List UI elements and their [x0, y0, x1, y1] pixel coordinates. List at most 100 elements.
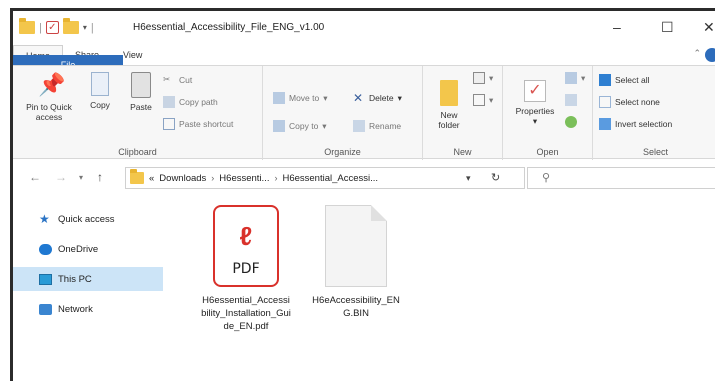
open-button[interactable]: ▾ — [565, 72, 585, 84]
select-none-button[interactable]: Select none — [599, 96, 660, 108]
copy-path-button[interactable]: Copy path — [163, 96, 218, 108]
select-none-icon — [599, 96, 611, 108]
file-item-pdf[interactable]: ℓ PDF H6essential_Accessibility_Installa… — [191, 205, 301, 333]
help-icon[interactable] — [705, 48, 715, 62]
copy-path-label: Copy path — [179, 97, 218, 107]
pin-icon: 📌 — [38, 72, 66, 97]
separator: | — [39, 21, 42, 34]
pin-to-quick-access-button[interactable]: 📌 Pin to Quick access — [19, 72, 79, 122]
dropdown-arrow-icon: ▾ — [323, 92, 328, 103]
properties-check-icon[interactable]: ✓ — [45, 21, 59, 34]
nav-item-quick-access[interactable]: ★ Quick access — [13, 207, 163, 231]
new-item-button[interactable]: ▾ — [473, 72, 493, 84]
copy-to-label: Copy to — [289, 121, 319, 131]
collapse-ribbon-icon[interactable]: ⌃ — [693, 48, 701, 59]
easy-access-icon — [473, 94, 485, 106]
customize-toolbar-icon[interactable]: ▾ — [83, 23, 87, 32]
close-button[interactable]: ✕ — [703, 19, 715, 36]
properties-label: Properties — [515, 106, 555, 116]
select-all-button[interactable]: Select all — [599, 74, 650, 86]
dropdown-arrow-icon: ▾ — [397, 92, 402, 103]
copy-to-button[interactable]: Copy to ▾ — [273, 120, 327, 132]
clipboard-group: 📌 Pin to Quick access Copy Paste ✂ Cut C… — [13, 66, 263, 160]
cut-label: Cut — [179, 75, 193, 85]
copy-label: Copy — [90, 100, 110, 110]
history-button[interactable] — [565, 116, 577, 128]
network-icon — [39, 303, 52, 315]
select-group-label: Select — [642, 147, 668, 157]
nav-item-label: OneDrive — [58, 243, 99, 255]
move-to-button[interactable]: Move to ▾ — [273, 92, 328, 104]
copy-icon — [91, 69, 114, 96]
breadcrumb-current-folder[interactable]: H6essential_Accessi... — [282, 173, 378, 184]
copy-to-icon — [273, 120, 285, 132]
forward-arrow-icon[interactable]: → — [55, 170, 67, 184]
nav-item-label: This PC — [58, 273, 92, 285]
cut-button[interactable]: ✂ Cut — [163, 74, 192, 86]
address-bar[interactable]: « Downloads › H6essenti... › H6essential… — [125, 167, 525, 189]
nav-item-onedrive[interactable]: OneDrive — [13, 237, 163, 261]
select-all-label: Select all — [615, 75, 650, 85]
quick-access-toolbar: | ✓ ▾ | — [19, 18, 94, 34]
file-name: H6eAccessibility_ENG.BIN — [312, 295, 400, 319]
address-dropdown-icon[interactable]: ▾ — [466, 173, 471, 184]
invert-selection-icon — [599, 118, 611, 130]
rename-icon — [353, 120, 365, 132]
delete-button[interactable]: ✕ Delete ▾ — [353, 92, 402, 104]
nav-item-this-pc[interactable]: This PC — [13, 267, 163, 291]
scissors-icon: ✂ — [163, 74, 171, 84]
navigation-pane: ★ Quick access OneDrive This PC Network — [13, 207, 163, 381]
rename-button[interactable]: Rename — [353, 120, 401, 132]
refresh-icon[interactable]: ↻ — [491, 171, 500, 184]
folder-icon — [130, 169, 144, 184]
address-overflow[interactable]: « — [149, 173, 154, 184]
edit-button[interactable] — [565, 94, 577, 106]
up-arrow-icon[interactable]: ↑ — [97, 170, 103, 184]
new-group: New folder ▾ ▾ New — [423, 66, 503, 160]
move-to-label: Move to — [289, 93, 320, 103]
dropdown-arrow-icon: ▾ — [322, 120, 327, 131]
back-arrow-icon[interactable]: ← — [29, 170, 41, 184]
paste-button[interactable]: Paste — [123, 72, 159, 112]
delete-x-icon: ✕ — [353, 91, 364, 105]
breadcrumb-downloads[interactable]: Downloads — [159, 173, 206, 184]
open-group: ✓ Properties ▾ ▾ Open — [503, 66, 593, 160]
recent-locations-chevron-icon[interactable]: ▾ — [79, 173, 83, 182]
easy-access-button[interactable]: ▾ — [473, 94, 493, 106]
computer-icon — [39, 273, 52, 285]
select-none-label: Select none — [615, 97, 660, 107]
cloud-icon — [39, 243, 52, 255]
nav-item-network[interactable]: Network — [13, 297, 163, 321]
search-input[interactable]: ⚲ — [527, 167, 715, 189]
minimize-button[interactable]: – — [613, 19, 621, 35]
file-item-bin[interactable]: H6eAccessibility_ENG.BIN — [301, 205, 411, 320]
pdf-icon: ℓ PDF — [213, 205, 279, 287]
new-folder-icon[interactable] — [62, 18, 79, 34]
dropdown-arrow-icon: ▾ — [581, 72, 586, 83]
breadcrumb-parent-folder[interactable]: H6essenti... — [219, 173, 269, 184]
open-group-label: Open — [536, 147, 559, 157]
maximize-button[interactable]: ☐ — [661, 19, 674, 36]
dropdown-arrow-icon: ▾ — [489, 72, 494, 83]
window-title: H6essential_Accessibility_File_ENG_v1.00 — [133, 22, 325, 33]
breadcrumb-separator[interactable]: › — [211, 173, 214, 183]
new-item-icon — [473, 72, 485, 84]
invert-selection-button[interactable]: Invert selection — [599, 118, 672, 130]
address-row: ← → ▾ ↑ « Downloads › H6essenti... › H6e… — [13, 165, 715, 191]
rename-label: Rename — [369, 121, 402, 131]
title-bar: | ✓ ▾ | H6essential_Accessibility_File_E… — [13, 11, 715, 45]
file-explorer-window: | ✓ ▾ | H6essential_Accessibility_File_E… — [10, 8, 715, 381]
paste-shortcut-icon — [163, 118, 175, 130]
properties-button[interactable]: ✓ Properties ▾ — [509, 80, 561, 126]
paste-shortcut-label: Paste shortcut — [179, 119, 234, 129]
copy-button[interactable]: Copy — [83, 69, 117, 110]
delete-label: Delete — [369, 93, 394, 103]
copy-path-icon — [163, 96, 175, 108]
new-folder-button[interactable]: New folder — [429, 80, 469, 130]
nav-item-label: Network — [58, 303, 93, 315]
file-name: H6essential_Accessibility_Installation_G… — [201, 295, 291, 332]
paste-icon — [131, 72, 151, 98]
paste-shortcut-button[interactable]: Paste shortcut — [163, 118, 233, 130]
clipboard-group-label: Clipboard — [118, 147, 157, 157]
breadcrumb-separator[interactable]: › — [274, 173, 277, 183]
